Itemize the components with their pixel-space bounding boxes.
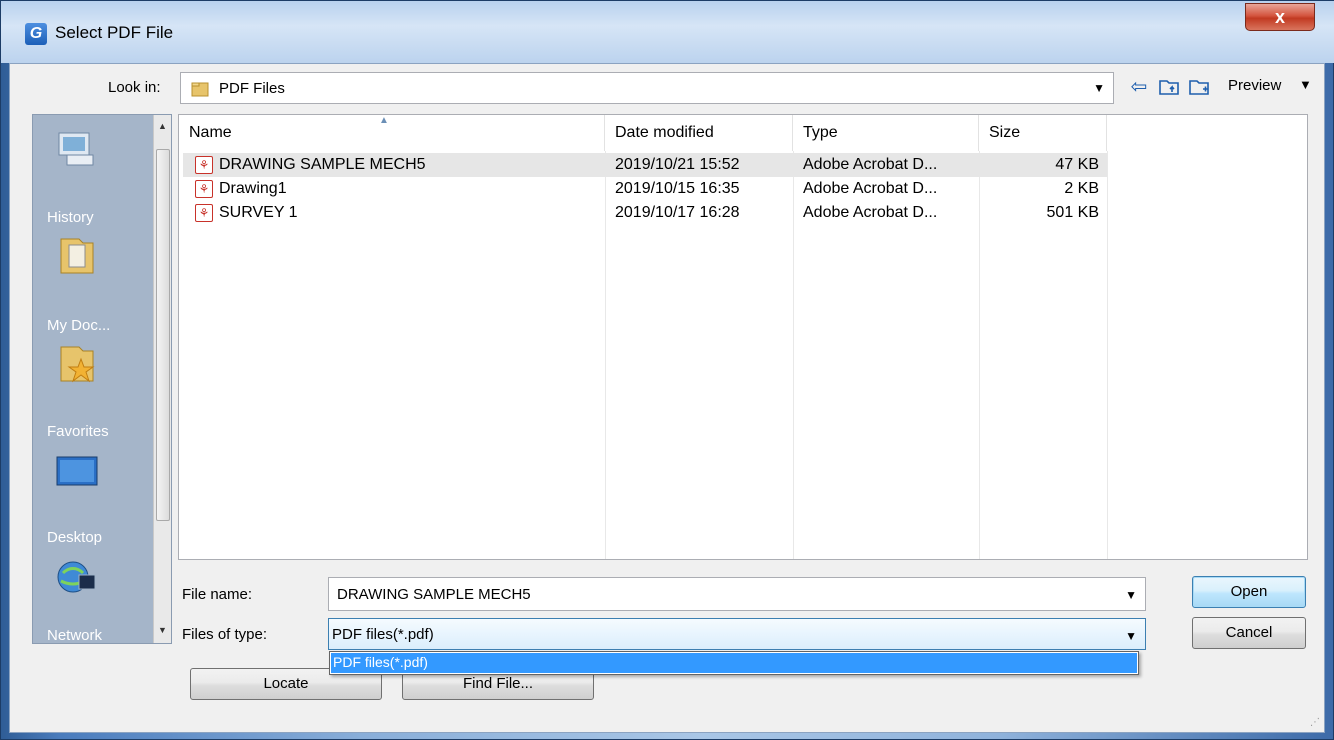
documents-folder-icon[interactable] <box>53 233 101 277</box>
window-title: Select PDF File <box>55 23 174 42</box>
network-icon[interactable] <box>53 555 101 599</box>
file-type: Adobe Acrobat D... <box>803 180 938 197</box>
file-name: Drawing1 <box>219 180 287 197</box>
back-arrow-icon[interactable]: ⇦ <box>1126 74 1152 100</box>
column-header-type[interactable]: Type <box>793 115 979 151</box>
history-icon[interactable] <box>53 127 101 171</box>
scroll-down-arrow-icon[interactable]: ▼ <box>158 625 167 635</box>
file-size: 501 KB <box>1046 204 1099 221</box>
column-header-date[interactable]: Date modified <box>605 115 793 151</box>
chevron-down-icon: ▼ <box>1093 81 1105 95</box>
file-date: 2019/10/15 16:35 <box>615 180 740 197</box>
file-name-input[interactable]: DRAWING SAMPLE MECH5 ▼ <box>328 577 1146 611</box>
new-folder-icon[interactable] <box>1186 74 1212 100</box>
column-name-label: Name <box>189 124 232 141</box>
folder-icon <box>191 82 209 97</box>
file-name: DRAWING SAMPLE MECH5 <box>219 156 426 173</box>
place-network-label[interactable]: Network <box>47 627 102 643</box>
sort-ascending-icon: ▲ <box>379 115 389 126</box>
title-bar[interactable]: G Select PDF File x <box>1 1 1334 63</box>
chevron-down-icon[interactable]: ▼ <box>1125 629 1137 643</box>
places-list: History My Doc... Favorites Desktop Netw… <box>33 115 153 643</box>
files-of-type-options: PDF files(*.pdf) <box>329 651 1139 675</box>
file-size: 2 KB <box>1064 180 1099 197</box>
place-desktop-label[interactable]: Desktop <box>47 529 102 546</box>
look-in-value: PDF Files <box>219 80 285 97</box>
files-of-type-dropdown[interactable]: PDF files(*.pdf) ▼ <box>328 618 1146 650</box>
places-bar: History My Doc... Favorites Desktop Netw… <box>32 114 172 644</box>
dropdown-option[interactable]: PDF files(*.pdf) <box>331 653 1137 673</box>
preview-menu-button[interactable]: Preview <box>1228 77 1281 94</box>
file-name: SURVEY 1 <box>219 204 298 221</box>
pdf-file-icon: ⚘ <box>195 156 213 174</box>
chevron-down-icon[interactable]: ▼ <box>1299 77 1312 92</box>
favorites-folder-icon[interactable] <box>53 341 101 385</box>
file-name-value: DRAWING SAMPLE MECH5 <box>337 586 531 603</box>
place-my-documents-label[interactable]: My Doc... <box>47 317 110 334</box>
table-row[interactable]: ⚘ Drawing1 2019/10/15 16:35 Adobe Acroba… <box>183 177 1107 201</box>
desktop-icon[interactable] <box>53 451 101 495</box>
column-header-name[interactable]: Name ▲ <box>179 115 605 151</box>
file-date: 2019/10/21 15:52 <box>615 156 740 173</box>
pdf-file-icon: ⚘ <box>195 180 213 198</box>
select-pdf-dialog: G Select PDF File x Look in: PDF Files ▼… <box>0 0 1334 740</box>
table-row[interactable]: ⚘ DRAWING SAMPLE MECH5 2019/10/21 15:52 … <box>183 153 1107 177</box>
look-in-label: Look in: <box>108 79 161 96</box>
file-name-label: File name: <box>182 586 253 603</box>
scrollbar-thumb[interactable] <box>156 149 170 521</box>
column-header-size[interactable]: Size <box>979 115 1107 151</box>
dialog-body: Look in: PDF Files ▼ ⇦ Preview ▼ History… <box>9 63 1325 733</box>
file-type: Adobe Acrobat D... <box>803 156 938 173</box>
files-of-type-label: Files of type: <box>182 626 268 643</box>
look-in-dropdown[interactable]: PDF Files ▼ <box>180 72 1114 104</box>
place-favorites-label[interactable]: Favorites <box>47 423 109 440</box>
file-size: 47 KB <box>1055 156 1099 173</box>
up-folder-icon[interactable] <box>1156 74 1182 100</box>
close-button[interactable]: x <box>1245 3 1315 31</box>
cancel-button[interactable]: Cancel <box>1192 617 1306 649</box>
places-scrollbar[interactable]: ▲ ▼ <box>153 115 171 643</box>
file-date: 2019/10/17 16:28 <box>615 204 740 221</box>
files-of-type-value: PDF files(*.pdf) <box>332 626 434 643</box>
resize-grip-icon[interactable]: ⋰ <box>1310 717 1320 728</box>
table-row[interactable]: ⚘ SURVEY 1 2019/10/17 16:28 Adobe Acroba… <box>183 201 1107 225</box>
open-button[interactable]: Open <box>1192 576 1306 608</box>
chevron-down-icon[interactable]: ▼ <box>1125 588 1137 602</box>
pdf-file-icon: ⚘ <box>195 204 213 222</box>
file-list[interactable]: Name ▲ Date modified Type Size ⚘ DRAWING… <box>178 114 1308 560</box>
place-history-label[interactable]: History <box>47 209 94 226</box>
file-type: Adobe Acrobat D... <box>803 204 938 221</box>
app-logo-icon: G <box>25 23 47 45</box>
scroll-up-arrow-icon[interactable]: ▲ <box>158 121 167 131</box>
column-divider <box>1107 151 1108 559</box>
